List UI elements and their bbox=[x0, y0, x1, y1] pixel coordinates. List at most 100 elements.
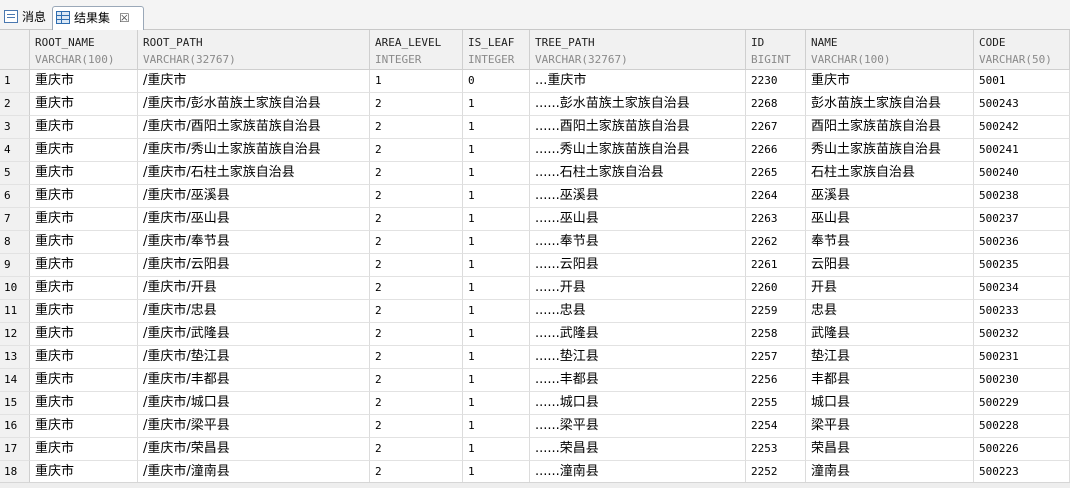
table-cell[interactable]: 秀山土家族苗族自治县 bbox=[806, 139, 974, 162]
table-cell[interactable]: 1 bbox=[463, 162, 530, 185]
table-cell[interactable]: /重庆市/酉阳土家族苗族自治县 bbox=[138, 116, 370, 139]
table-cell[interactable]: 1 bbox=[463, 323, 530, 346]
table-row[interactable]: 13 重庆市/重庆市/垫江县 2 1 ......垫江县 2257 垫江县 500231 bbox=[0, 346, 1070, 369]
table-row[interactable]: 11 重庆市/重庆市/忠县 2 1 ......忠县 2259 忠县 500233 bbox=[0, 300, 1070, 323]
table-cell[interactable]: /重庆市/忠县 bbox=[138, 300, 370, 323]
horizontal-scrollbar[interactable] bbox=[0, 482, 1070, 488]
table-row[interactable]: 4 重庆市/重庆市/秀山土家族苗族自治县 2 1 ......秀山土家族苗族自治县 226… bbox=[0, 139, 1070, 162]
table-cell[interactable]: 重庆市 bbox=[30, 70, 138, 93]
table-cell[interactable]: 2267 bbox=[746, 116, 806, 139]
table-cell[interactable]: 500237 bbox=[974, 208, 1070, 231]
table-cell[interactable]: 0 bbox=[463, 70, 530, 93]
close-icon[interactable]: ☒ bbox=[119, 7, 130, 29]
column-header-7[interactable]: CODE VARCHAR(50) bbox=[974, 30, 1070, 70]
table-cell[interactable]: /重庆市/奉节县 bbox=[138, 231, 370, 254]
table-cell[interactable]: 2 bbox=[370, 277, 463, 300]
table-row[interactable]: 6 重庆市/重庆市/巫溪县 2 1 ......巫溪县 2264 巫溪县 500238 bbox=[0, 185, 1070, 208]
table-cell[interactable]: 2 bbox=[370, 300, 463, 323]
table-cell[interactable]: 2255 bbox=[746, 392, 806, 415]
table-cell[interactable]: 2 bbox=[370, 208, 463, 231]
table-cell[interactable]: 1 bbox=[370, 70, 463, 93]
table-cell[interactable]: 潼南县 bbox=[806, 461, 974, 484]
table-row[interactable]: 1 重庆市/重庆市 1 0 ...重庆市 2230 重庆市 5001 bbox=[0, 70, 1070, 93]
table-cell[interactable]: 2 bbox=[370, 231, 463, 254]
table-cell[interactable]: 2259 bbox=[746, 300, 806, 323]
table-cell[interactable]: 重庆市 bbox=[30, 461, 138, 484]
table-cell[interactable]: 1 bbox=[463, 277, 530, 300]
table-cell[interactable]: /重庆市/丰都县 bbox=[138, 369, 370, 392]
table-cell[interactable]: /重庆市/梁平县 bbox=[138, 415, 370, 438]
table-cell[interactable]: 2263 bbox=[746, 208, 806, 231]
table-cell[interactable]: 重庆市 bbox=[30, 208, 138, 231]
table-cell[interactable]: 2 bbox=[370, 323, 463, 346]
table-cell[interactable]: 重庆市 bbox=[30, 346, 138, 369]
column-header-6[interactable]: NAME VARCHAR(100) bbox=[806, 30, 974, 70]
table-cell[interactable]: /重庆市/垫江县 bbox=[138, 346, 370, 369]
table-row[interactable]: 7 重庆市/重庆市/巫山县 2 1 ......巫山县 2263 巫山县 500237 bbox=[0, 208, 1070, 231]
table-cell[interactable]: /重庆市/城口县 bbox=[138, 392, 370, 415]
table-cell[interactable]: 重庆市 bbox=[30, 300, 138, 323]
table-cell[interactable]: /重庆市/巫溪县 bbox=[138, 185, 370, 208]
table-cell[interactable]: 武隆县 bbox=[806, 323, 974, 346]
table-cell[interactable]: 1 bbox=[463, 346, 530, 369]
table-cell[interactable]: 1 bbox=[463, 300, 530, 323]
table-row[interactable]: 3 重庆市/重庆市/酉阳土家族苗族自治县 2 1 ......酉阳土家族苗族自治县 226… bbox=[0, 116, 1070, 139]
table-cell[interactable]: 巫溪县 bbox=[806, 185, 974, 208]
table-cell[interactable]: ......秀山土家族苗族自治县 bbox=[530, 139, 746, 162]
table-cell[interactable]: /重庆市/彭水苗族土家族自治县 bbox=[138, 93, 370, 116]
table-row[interactable]: 2 重庆市/重庆市/彭水苗族土家族自治县 2 1 ......彭水苗族土家族自治县 226… bbox=[0, 93, 1070, 116]
table-cell[interactable]: 1 bbox=[463, 208, 530, 231]
column-header-5[interactable]: ID BIGINT bbox=[746, 30, 806, 70]
table-cell[interactable]: ......垫江县 bbox=[530, 346, 746, 369]
table-cell[interactable]: 2 bbox=[370, 369, 463, 392]
table-cell[interactable]: 2 bbox=[370, 162, 463, 185]
table-cell[interactable]: /重庆市/石柱土家族自治县 bbox=[138, 162, 370, 185]
table-row[interactable]: 9 重庆市/重庆市/云阳县 2 1 ......云阳县 2261 云阳县 500235 bbox=[0, 254, 1070, 277]
table-row[interactable]: 10 重庆市/重庆市/开县 2 1 ......开县 2260 开县 500234 bbox=[0, 277, 1070, 300]
table-cell[interactable]: 500234 bbox=[974, 277, 1070, 300]
table-cell[interactable]: 2 bbox=[370, 139, 463, 162]
table-cell[interactable]: 云阳县 bbox=[806, 254, 974, 277]
table-cell[interactable]: 彭水苗族土家族自治县 bbox=[806, 93, 974, 116]
tab-result-set[interactable]: 结果集 ☒ bbox=[52, 6, 144, 30]
table-cell[interactable]: 垫江县 bbox=[806, 346, 974, 369]
table-cell[interactable]: ......云阳县 bbox=[530, 254, 746, 277]
table-row[interactable]: 14 重庆市/重庆市/丰都县 2 1 ......丰都县 2256 丰都县 500230 bbox=[0, 369, 1070, 392]
table-cell[interactable]: 重庆市 bbox=[30, 254, 138, 277]
table-cell[interactable]: 500233 bbox=[974, 300, 1070, 323]
table-cell[interactable]: 2253 bbox=[746, 438, 806, 461]
table-cell[interactable]: 重庆市 bbox=[30, 93, 138, 116]
table-cell[interactable]: ......丰都县 bbox=[530, 369, 746, 392]
table-cell[interactable]: 忠县 bbox=[806, 300, 974, 323]
table-cell[interactable]: 重庆市 bbox=[30, 438, 138, 461]
table-cell[interactable]: 500238 bbox=[974, 185, 1070, 208]
table-cell[interactable]: 2 bbox=[370, 392, 463, 415]
column-header-0[interactable]: ROOT_NAME VARCHAR(100) bbox=[30, 30, 138, 70]
table-cell[interactable]: 2256 bbox=[746, 369, 806, 392]
table-cell[interactable]: 荣昌县 bbox=[806, 438, 974, 461]
table-row[interactable]: 18 重庆市/重庆市/潼南县 2 1 ......潼南县 2252 潼南县 500223 bbox=[0, 461, 1070, 484]
table-cell[interactable]: 2252 bbox=[746, 461, 806, 484]
table-cell[interactable]: ......忠县 bbox=[530, 300, 746, 323]
table-row[interactable]: 8 重庆市/重庆市/奉节县 2 1 ......奉节县 2262 奉节县 500236 bbox=[0, 231, 1070, 254]
table-cell[interactable]: 石柱土家族自治县 bbox=[806, 162, 974, 185]
table-cell[interactable]: 500240 bbox=[974, 162, 1070, 185]
table-cell[interactable]: /重庆市/潼南县 bbox=[138, 461, 370, 484]
table-cell[interactable]: 2 bbox=[370, 415, 463, 438]
table-cell[interactable]: 1 bbox=[463, 231, 530, 254]
table-cell[interactable]: 重庆市 bbox=[30, 116, 138, 139]
table-cell[interactable]: 2 bbox=[370, 438, 463, 461]
table-cell[interactable]: ......潼南县 bbox=[530, 461, 746, 484]
table-cell[interactable]: 1 bbox=[463, 93, 530, 116]
table-cell[interactable]: 城口县 bbox=[806, 392, 974, 415]
column-header-4[interactable]: TREE_PATH VARCHAR(32767) bbox=[530, 30, 746, 70]
table-cell[interactable]: 2 bbox=[370, 346, 463, 369]
table-cell[interactable]: 1 bbox=[463, 185, 530, 208]
table-cell[interactable]: 500241 bbox=[974, 139, 1070, 162]
table-cell[interactable]: 500226 bbox=[974, 438, 1070, 461]
table-cell[interactable]: 重庆市 bbox=[30, 185, 138, 208]
table-cell[interactable]: 2265 bbox=[746, 162, 806, 185]
table-cell[interactable]: 500232 bbox=[974, 323, 1070, 346]
table-cell[interactable]: /重庆市/云阳县 bbox=[138, 254, 370, 277]
table-cell[interactable]: 重庆市 bbox=[30, 369, 138, 392]
